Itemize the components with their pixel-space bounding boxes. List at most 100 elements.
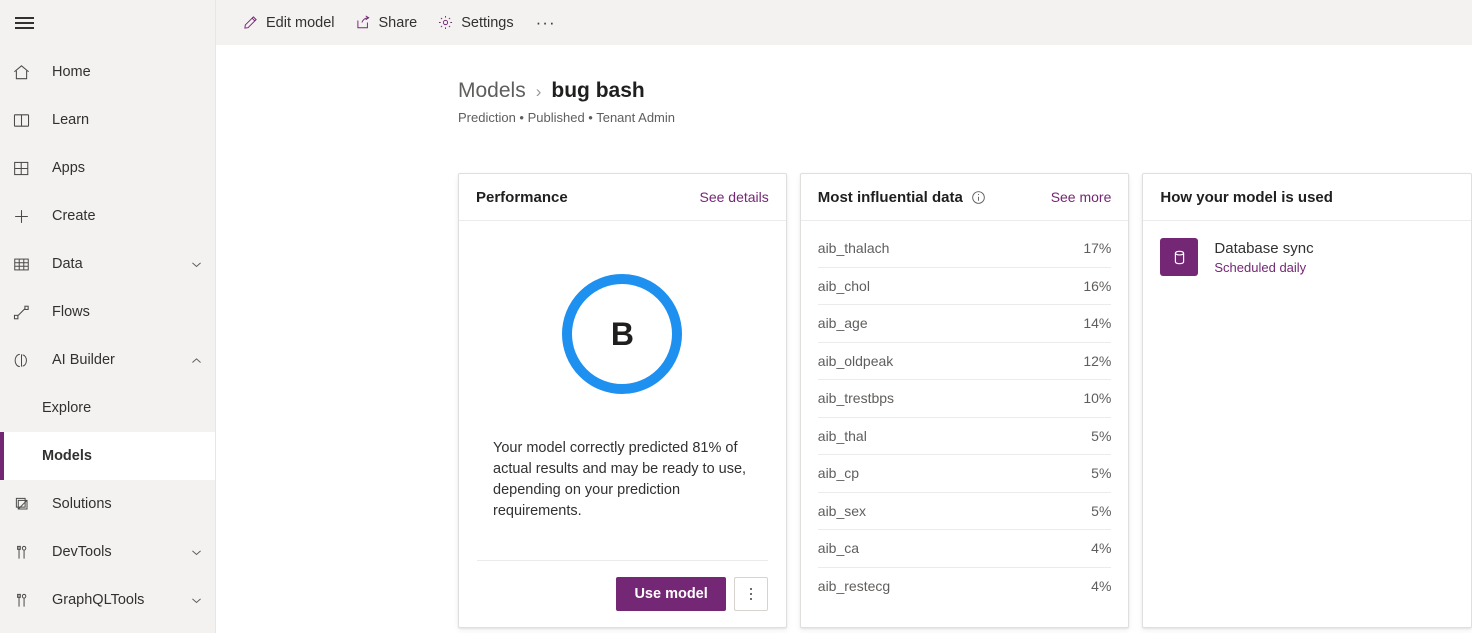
sidebar-item-solutions[interactable]: Solutions [0,480,215,528]
sidebar-item-graphqltools[interactable]: GraphQLTools [0,576,215,624]
sidebar-item-data[interactable]: Data [0,240,215,288]
gear-icon [437,14,454,31]
chevron-down-icon[interactable] [187,594,205,607]
sidebar-item-explore[interactable]: Explore [0,384,215,432]
sidebar-item-label: Solutions [40,496,205,512]
sidebar-item-label: Data [40,256,187,272]
performance-more-options-button[interactable] [734,577,768,611]
breadcrumb-parent-models[interactable]: Models [458,79,526,103]
feature-name: aib_thalach [818,240,890,256]
influential-rows: aib_thalach 17% aib_chol 16% aib_age 14%… [801,221,1129,627]
solutions-icon [12,492,40,516]
feature-name: aib_ca [818,540,859,556]
usage-entry-subtitle[interactable]: Scheduled daily [1214,260,1313,275]
chevron-up-icon[interactable] [187,354,205,367]
sidebar-item-label: AI Builder [40,352,187,368]
hamburger-bars [15,17,34,28]
table-row[interactable]: aib_restecg 4% [818,568,1112,606]
command-overflow-button[interactable]: ··· [524,3,568,43]
performance-card-header: Performance See details [459,174,786,221]
influential-card-header: Most influential data See more [801,174,1129,221]
feature-percent: 4% [1091,578,1111,594]
plus-icon [12,204,40,228]
performance-grade-badge: B [562,274,682,394]
share-button[interactable]: Share [345,3,428,43]
usage-entry-title: Database sync [1214,240,1313,257]
see-more-link[interactable]: See more [1051,189,1112,205]
use-model-button[interactable]: Use model [616,577,725,611]
feature-percent: 12% [1083,353,1111,369]
database-icon [1160,238,1198,276]
sidebar-item-ai-builder[interactable]: AI Builder [0,336,215,384]
chevron-down-icon[interactable] [187,258,205,271]
table-row[interactable]: aib_oldpeak 12% [818,343,1112,381]
edit-model-label: Edit model [266,15,335,31]
feature-name: aib_sex [818,503,866,519]
sidebar-item-devtools[interactable]: DevTools [0,528,215,576]
table-row[interactable]: aib_sex 5% [818,493,1112,531]
sidebar-item-create[interactable]: Create [0,192,215,240]
share-label: Share [379,15,418,31]
feature-name: aib_restecg [818,578,890,594]
table-row[interactable]: aib_trestbps 10% [818,380,1112,418]
feature-percent: 4% [1091,540,1111,556]
feature-name: aib_age [818,315,868,331]
sidebar-item-label: Flows [40,304,205,320]
pencil-icon [242,14,259,31]
feature-percent: 14% [1083,315,1111,331]
usage-entry-texts: Database sync Scheduled daily [1214,240,1313,275]
home-icon [12,60,40,84]
app-root: Home Learn Apps [0,0,1472,633]
performance-card-title: Performance [476,189,568,206]
table-row[interactable]: aib_thal 5% [818,418,1112,456]
see-details-link[interactable]: See details [700,189,769,205]
page-title: bug bash [551,79,644,103]
sidebar-item-models[interactable]: Models [0,432,215,480]
table-row[interactable]: aib_chol 16% [818,268,1112,306]
influential-card-title: Most influential data [818,189,986,206]
left-navigation-rail: Home Learn Apps [0,0,216,633]
sidebar-item-label: Models [42,448,205,464]
list-item[interactable]: Database sync Scheduled daily [1160,238,1454,276]
sidebar-item-apps[interactable]: Apps [0,144,215,192]
command-bar: Edit model Share Settings [216,0,1472,45]
sidebar-item-label: Home [40,64,205,80]
table-row[interactable]: aib_age 14% [818,305,1112,343]
model-usage-card: How your model is used Database sync Sch [1142,173,1472,628]
sidebar-item-learn[interactable]: Learn [0,96,215,144]
sidebar-item-label: Apps [40,160,205,176]
most-influential-data-card: Most influential data See more aib_thala… [800,173,1130,628]
info-icon[interactable] [971,190,986,205]
sidebar-item-label: Learn [40,112,205,128]
table-row[interactable]: aib_thalach 17% [818,230,1112,268]
usage-card-body: Database sync Scheduled daily [1143,221,1471,627]
performance-card-body: B Your model correctly predicted 81% of … [459,221,786,627]
table-row[interactable]: aib_ca 4% [818,530,1112,568]
sidebar-item-label: GraphQLTools [40,592,187,608]
influential-card-title-text: Most influential data [818,189,963,206]
settings-button[interactable]: Settings [427,3,523,43]
flow-icon [12,300,40,324]
feature-percent: 16% [1083,278,1111,294]
sidebar-item-label: Create [40,208,205,224]
sidebar-item-flows[interactable]: Flows [0,288,215,336]
feature-percent: 5% [1091,428,1111,444]
sidebar-item-home[interactable]: Home [0,48,215,96]
breadcrumb: Models › bug bash Prediction • Published… [216,45,1472,125]
brain-icon [12,348,40,372]
share-icon [355,14,372,31]
table-row[interactable]: aib_cp 5% [818,455,1112,493]
edit-model-button[interactable]: Edit model [232,3,345,43]
sidebar-item-label: Explore [42,400,205,416]
performance-card: Performance See details B Your model cor… [458,173,787,628]
apps-grid-icon [12,156,40,180]
main-pane: Edit model Share Settings [216,0,1472,633]
usage-card-title: How your model is used [1160,189,1333,206]
tools-icon [12,588,40,612]
tools-icon [12,540,40,564]
performance-description: Your model correctly predicted 81% of ac… [477,438,768,522]
chevron-down-icon[interactable] [187,546,205,559]
hamburger-menu-icon[interactable] [0,0,48,45]
ellipsis-icon: ··· [536,13,556,33]
grade-wrapper: B [477,221,768,394]
